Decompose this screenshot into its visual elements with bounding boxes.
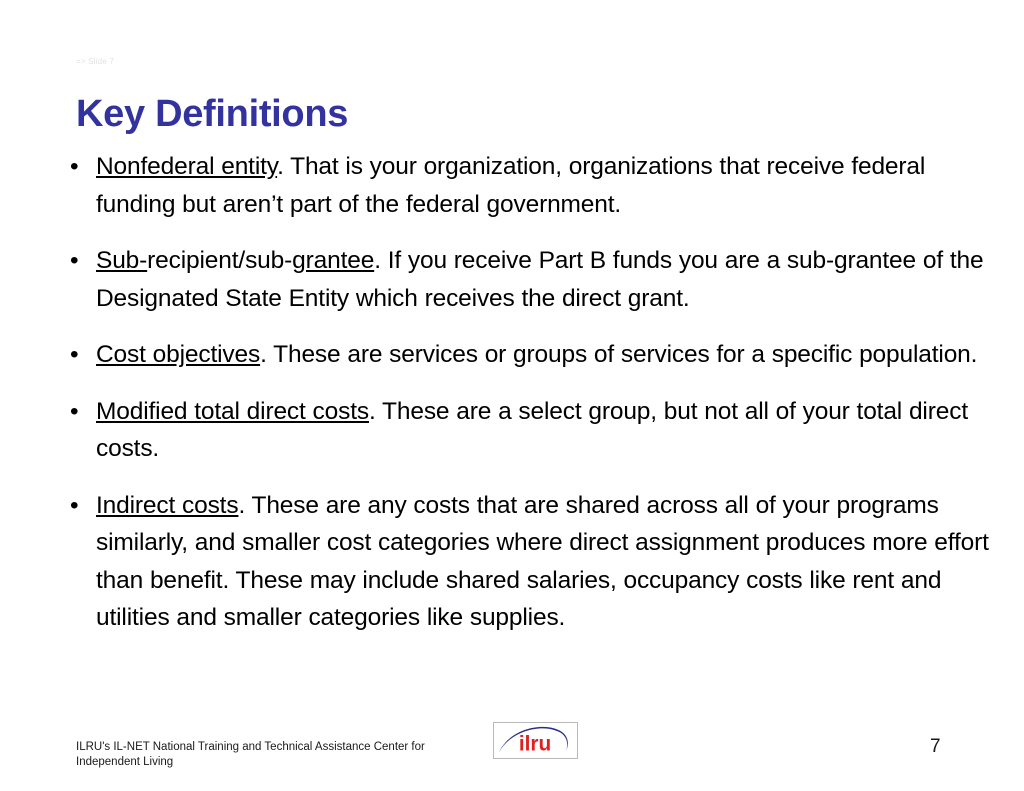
list-item: • Cost objectives. These are services or… <box>64 336 994 374</box>
slide-canvas: => Slide 7 Key Definitions • Nonfederal … <box>0 0 1024 791</box>
bullet-icon: • <box>70 341 79 368</box>
definition-term: Modified total direct costs <box>96 397 369 425</box>
definition-term-plain: recipient/sub- <box>147 247 293 274</box>
ilru-wordmark: ilru <box>519 732 551 755</box>
footer-organization: ILRU's IL-NET National Training and Tech… <box>76 740 466 770</box>
list-item: • Indirect costs. These are any costs th… <box>64 487 994 637</box>
list-item: • Sub-recipient/sub-grantee. If you rece… <box>64 242 994 317</box>
definition-list: • Nonfederal entity. That is your organi… <box>64 148 994 637</box>
definition-term: Indirect costs <box>96 491 239 519</box>
definition-body: . These are services or groups of servic… <box>260 341 978 368</box>
definition-term: Cost objectives <box>96 341 261 368</box>
list-item: • Modified total direct costs. These are… <box>64 393 994 468</box>
bullet-icon: • <box>70 491 79 519</box>
ilru-logo: ilru <box>493 722 578 759</box>
page-title: Key Definitions <box>76 93 349 136</box>
definition-term-second: grantee <box>292 247 375 274</box>
definition-term: Sub- <box>96 247 148 274</box>
definition-term: Nonfederal entity <box>96 153 278 180</box>
bullet-icon: • <box>70 247 79 274</box>
bullet-icon: • <box>70 397 79 425</box>
list-item: • Nonfederal entity. That is your organi… <box>64 148 994 223</box>
page-number: 7 <box>930 736 941 757</box>
slide-note: => Slide 7 <box>76 57 115 66</box>
bullet-icon: • <box>70 153 79 180</box>
ilru-logo-graphic: ilru <box>499 726 568 755</box>
footer-line-2: Independent Living <box>76 756 174 768</box>
slide-body: • Nonfederal entity. That is your organi… <box>64 148 994 637</box>
footer-line-1: ILRU's IL-NET National Training and Tech… <box>76 741 425 753</box>
